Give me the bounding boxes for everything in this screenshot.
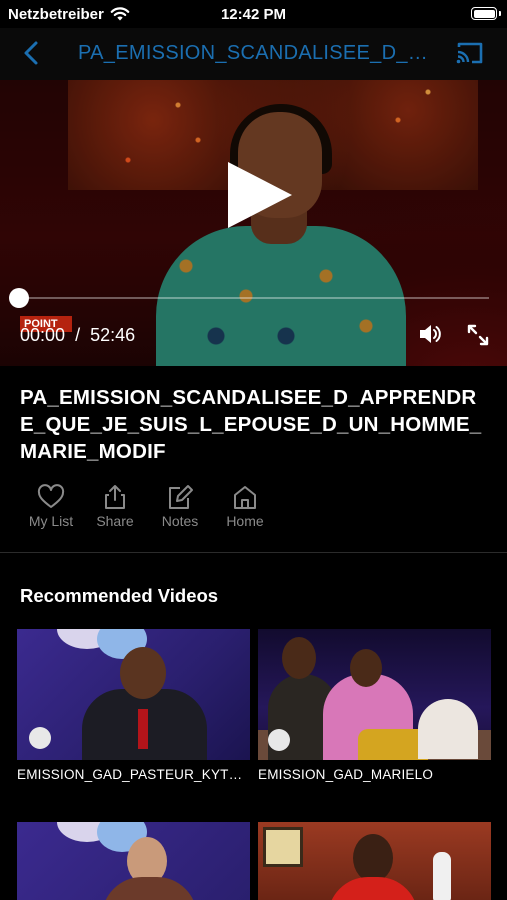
- volume-icon[interactable]: [418, 323, 442, 345]
- my-list-label: My List: [28, 513, 74, 529]
- time-readout: 00:00 / 52:46: [20, 325, 135, 346]
- divider: [0, 552, 507, 553]
- recommended-video-caption: EMISSION_GAD_MARIELO: [258, 767, 434, 782]
- page-title: PA_EMISSION_SCANDALISEE_D_APPREND: [78, 42, 437, 64]
- navigation-bar: PA_EMISSION_SCANDALISEE_D_APPREND: [0, 28, 507, 80]
- channel-tag-logo: [29, 727, 51, 749]
- recommended-video-thumbnail[interactable]: [258, 822, 491, 900]
- notes-label: Notes: [161, 513, 199, 529]
- battery-tip: [499, 11, 501, 16]
- notes-button[interactable]: Notes: [149, 484, 211, 529]
- share-label: Share: [96, 513, 134, 529]
- share-icon: [105, 485, 125, 509]
- chevron-left-icon[interactable]: [20, 40, 44, 66]
- play-icon[interactable]: [228, 162, 292, 228]
- home-button[interactable]: Home: [214, 484, 276, 529]
- recommended-video-thumbnail[interactable]: [258, 629, 491, 760]
- video-title: PA_EMISSION_SCANDALISEE_D_APPRENDRE_QUE_…: [20, 386, 482, 463]
- battery-icon: [471, 7, 497, 20]
- clock: 12:42 PM: [220, 6, 287, 23]
- duration: 52:46: [90, 325, 136, 345]
- share-button[interactable]: Share: [84, 484, 146, 529]
- progress-track[interactable]: [18, 297, 489, 299]
- channel-tag-logo: [268, 729, 290, 751]
- edit-icon: [169, 485, 193, 509]
- cast-icon[interactable]: [455, 40, 485, 66]
- recommended-video-caption: EMISSION_GAD_PASTEUR_KYTSHIMBA: [17, 767, 250, 782]
- current-time: 00:00: [20, 325, 66, 345]
- home-icon: [234, 486, 256, 509]
- my-list-button[interactable]: My List: [20, 484, 82, 529]
- recommended-video-thumbnail[interactable]: [17, 822, 250, 900]
- time-separator: /: [75, 325, 81, 345]
- fullscreen-icon[interactable]: [466, 323, 490, 347]
- progress-thumb[interactable]: [9, 288, 29, 308]
- section-title: Recommended Videos: [20, 585, 219, 606]
- heart-icon: [37, 484, 65, 508]
- recommended-video-thumbnail[interactable]: [17, 629, 250, 760]
- status-bar: Netzbetreiber 12:42 PM: [0, 0, 507, 28]
- home-label: Home: [226, 513, 264, 529]
